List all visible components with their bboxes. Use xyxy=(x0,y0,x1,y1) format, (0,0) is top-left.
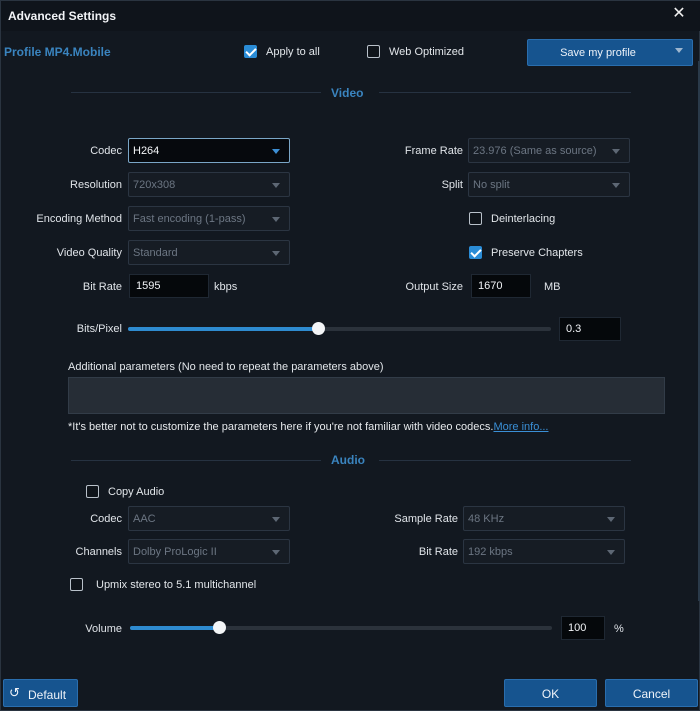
audio-bit-rate-value: 192 kbps xyxy=(468,546,513,558)
divider xyxy=(71,92,321,93)
audio-section-title: Audio xyxy=(331,453,365,467)
split-select[interactable]: No split xyxy=(468,172,630,197)
chevron-down-icon xyxy=(272,517,280,522)
video-bit-rate-value: 1595 xyxy=(136,280,161,292)
chevron-down-icon xyxy=(612,183,620,188)
copy-audio-checkbox[interactable] xyxy=(86,485,99,498)
apply-to-all-label: Apply to all xyxy=(266,46,320,58)
cancel-button-label: Cancel xyxy=(632,687,671,701)
output-size-input[interactable]: 1670 xyxy=(471,274,531,298)
divider xyxy=(379,460,631,461)
video-section-title: Video xyxy=(331,86,364,100)
frame-rate-select[interactable]: 23.976 (Same as source) xyxy=(468,138,630,163)
volume-slider-fill xyxy=(130,626,219,630)
volume-value: 100 xyxy=(568,622,587,634)
mb-unit: MB xyxy=(544,281,561,293)
audio-codec-label: Codec xyxy=(90,513,122,525)
chevron-down-icon[interactable] xyxy=(675,48,683,53)
resolution-value: 720x308 xyxy=(133,179,176,191)
channels-label: Channels xyxy=(75,546,122,558)
deinterlacing-label: Deinterlacing xyxy=(491,213,556,225)
chevron-down-icon xyxy=(607,550,615,555)
chevron-down-icon xyxy=(607,517,615,522)
save-profile-button[interactable]: Save my profile xyxy=(527,39,693,66)
window-title: Advanced Settings xyxy=(8,9,117,23)
frame-rate-label: Frame Rate xyxy=(404,145,463,157)
web-optimized-checkbox[interactable] xyxy=(367,45,380,58)
codec-warning-text: *It's better not to customize the parame… xyxy=(68,421,494,433)
close-icon[interactable]: ✕ xyxy=(671,6,687,22)
split-label: Split xyxy=(441,179,463,191)
volume-slider-handle[interactable] xyxy=(213,621,226,634)
reset-icon: ↺ xyxy=(9,685,20,700)
split-value: No split xyxy=(473,179,510,191)
preserve-chapters-checkbox[interactable] xyxy=(469,246,482,259)
divider xyxy=(379,92,631,93)
volume-slider[interactable] xyxy=(130,621,552,634)
apply-to-all-checkbox[interactable] xyxy=(244,45,257,58)
percent-unit: % xyxy=(614,623,624,635)
channels-select[interactable]: Dolby ProLogic II xyxy=(128,539,290,564)
output-size-label: Output Size xyxy=(405,281,463,293)
channels-value: Dolby ProLogic II xyxy=(133,546,217,558)
additional-parameters-label: Additional parameters (No need to repeat… xyxy=(68,361,384,373)
divider xyxy=(71,460,321,461)
bits-pixel-value: 0.3 xyxy=(566,323,582,335)
sample-rate-label: Sample Rate xyxy=(394,513,458,525)
encoding-method-label: Encoding Method xyxy=(36,213,122,225)
chevron-down-icon xyxy=(612,149,620,154)
encoding-method-value: Fast encoding (1-pass) xyxy=(133,213,246,225)
resolution-label: Resolution xyxy=(70,179,122,191)
advanced-settings-window: Advanced Settings ✕ Profile MP4.Mobile A… xyxy=(0,0,700,711)
codec-label: Codec xyxy=(90,145,122,157)
video-bit-rate-label: Bit Rate xyxy=(82,281,122,293)
audio-bit-rate-label: Bit Rate xyxy=(418,546,458,558)
chevron-down-icon xyxy=(272,550,280,555)
chevron-down-icon xyxy=(272,251,280,256)
bits-pixel-label: Bits/Pixel xyxy=(76,323,122,335)
default-button[interactable]: ↺ Default xyxy=(3,679,78,707)
bits-pixel-slider-fill xyxy=(128,327,318,331)
volume-input[interactable]: 100 xyxy=(561,616,605,640)
default-button-label: Default xyxy=(28,688,67,702)
chevron-down-icon xyxy=(272,217,280,222)
audio-bit-rate-select[interactable]: 192 kbps xyxy=(463,539,625,564)
ok-button[interactable]: OK xyxy=(504,679,597,707)
cancel-button[interactable]: Cancel xyxy=(605,679,698,707)
additional-parameters-field[interactable] xyxy=(68,377,665,414)
video-quality-select[interactable]: Standard xyxy=(128,240,290,265)
resolution-select[interactable]: 720x308 xyxy=(128,172,290,197)
frame-rate-value: 23.976 (Same as source) xyxy=(473,145,597,157)
preserve-chapters-label: Preserve Chapters xyxy=(491,247,583,259)
video-bit-rate-input[interactable]: 1595 xyxy=(129,274,209,298)
title-bar: Advanced Settings ✕ xyxy=(1,1,700,31)
deinterlacing-checkbox[interactable] xyxy=(469,212,482,225)
video-codec-value: H264 xyxy=(133,145,160,157)
video-codec-select[interactable]: H264 xyxy=(128,138,290,163)
chevron-down-icon xyxy=(272,183,280,188)
output-size-value: 1670 xyxy=(478,280,503,292)
chevron-down-icon xyxy=(272,149,280,154)
web-optimized-label: Web Optimized xyxy=(389,46,464,58)
kbps-unit: kbps xyxy=(214,281,238,293)
bits-pixel-input[interactable]: 0.3 xyxy=(559,317,621,341)
encoding-method-select[interactable]: Fast encoding (1-pass) xyxy=(128,206,290,231)
more-info-link[interactable]: More info... xyxy=(493,421,548,433)
upmix-checkbox[interactable] xyxy=(70,578,83,591)
sample-rate-select[interactable]: 48 KHz xyxy=(463,506,625,531)
video-quality-value: Standard xyxy=(133,247,178,259)
sample-rate-value: 48 KHz xyxy=(468,513,505,525)
audio-codec-select[interactable]: AAC xyxy=(128,506,290,531)
codec-warning-note: *It's better not to customize the parame… xyxy=(68,421,549,433)
save-profile-label: Save my profile xyxy=(560,47,636,59)
audio-codec-value: AAC xyxy=(133,513,156,525)
copy-audio-label: Copy Audio xyxy=(108,486,165,498)
bits-pixel-slider[interactable] xyxy=(128,322,551,335)
ok-button-label: OK xyxy=(541,687,560,701)
profile-name: Profile MP4.Mobile xyxy=(4,45,111,59)
bits-pixel-slider-handle[interactable] xyxy=(312,322,325,335)
volume-label: Volume xyxy=(85,623,122,635)
upmix-label: Upmix stereo to 5.1 multichannel xyxy=(96,579,257,591)
video-quality-label: Video Quality xyxy=(56,247,122,259)
